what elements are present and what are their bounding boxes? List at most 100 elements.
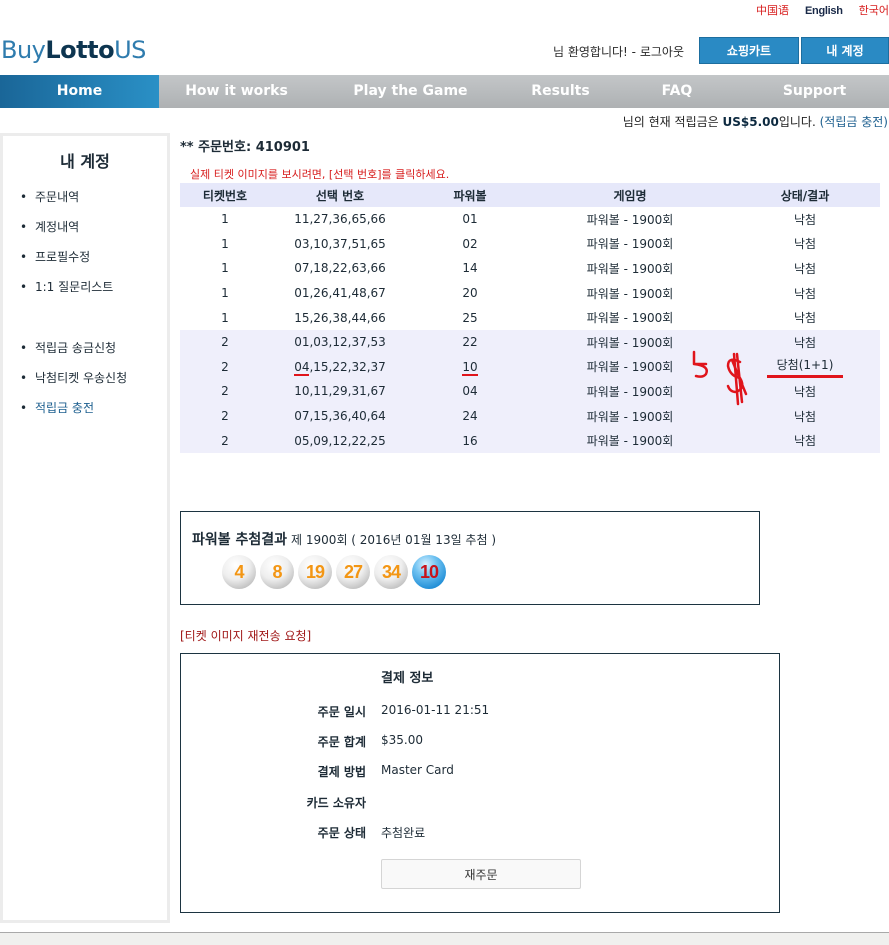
nav-support[interactable]: Support	[740, 75, 889, 108]
white-ball: 34	[374, 555, 408, 589]
table-row: 2 05,09,12,22,25 16 파워볼 - 1900회 낙첨	[180, 428, 880, 453]
draw-result-heading: 파워볼 추첨결과	[192, 532, 288, 548]
my-account-button[interactable]: 내 계정	[801, 37, 889, 64]
welcome-logout[interactable]: 님 환영합니다! - 로그아웃	[553, 43, 684, 60]
picked-numbers[interactable]: 01,03,12,37,53	[270, 329, 410, 355]
lang-english[interactable]: English	[797, 3, 851, 19]
table-row: 2 10,11,29,31,67 04 파워볼 - 1900회 낙첨	[180, 379, 880, 404]
payment-info-box: 결제 정보 주문 일시 2016-01-11 21:51 주문 합계 $35.0…	[180, 653, 780, 913]
game-name: 파워볼 - 1900회	[586, 311, 674, 326]
sidebar-item-label: 계정내역	[35, 220, 80, 234]
sidebar-item-label: 적립금 송금신청	[35, 341, 117, 355]
white-ball: 4	[222, 555, 256, 589]
sidebar-item-label: 낙첨티켓 우송신청	[35, 371, 128, 385]
powerball-ball: 10	[412, 555, 446, 589]
sidebar-item-label: 1:1 질문리스트	[35, 280, 114, 294]
ticket-no: 1	[221, 310, 229, 325]
matched-number-highlight: 04	[294, 359, 310, 376]
ticket-no: 1	[221, 212, 229, 227]
game-name: 파워볼 - 1900회	[586, 237, 674, 252]
powerball-number: 24	[410, 403, 530, 429]
picked-numbers[interactable]: 10,11,29,31,67	[270, 379, 410, 404]
status: 낙첨	[793, 237, 817, 252]
payment-label: 주문 합계	[317, 735, 366, 749]
resend-ticket-image-link[interactable]: [티켓 이미지 재전송 요청]	[180, 627, 311, 644]
logo-us: US	[114, 36, 146, 64]
game-name: 파워볼 - 1900회	[586, 261, 674, 276]
footer	[0, 932, 889, 945]
status: 낙첨	[793, 286, 817, 301]
payment-value: Master Card	[381, 763, 454, 777]
white-ball: 8	[260, 555, 294, 589]
lang-chinese[interactable]: 中国语	[748, 3, 797, 19]
lang-korean[interactable]: 한국어	[851, 3, 889, 19]
logo-lotto: Lotto	[45, 36, 115, 64]
ticket-no: 2	[180, 354, 270, 380]
sidebar-item-label: 적립금 충전	[35, 401, 95, 415]
sidebar-item-charge[interactable]: 적립금 충전	[3, 393, 167, 423]
nav-home[interactable]: Home	[0, 75, 159, 108]
sidebar-item-qna-list[interactable]: 1:1 질문리스트	[3, 272, 167, 302]
picked-numbers[interactable]: 07,15,36,40,64	[270, 403, 410, 429]
header-ticket-no: 티켓번호	[180, 183, 270, 207]
picked-numbers[interactable]: 07,18,22,63,66	[270, 256, 410, 281]
nav-play-the-game[interactable]: Play the Game	[314, 75, 507, 108]
payment-label: 주문 상태	[317, 826, 366, 840]
picked-numbers-rest: ,15,22,32,37	[309, 359, 386, 374]
charge-link[interactable]: (적립금 충전)	[820, 115, 888, 129]
payment-label: 결제 방법	[317, 765, 366, 779]
status: 낙첨	[730, 428, 880, 453]
draw-result-box: 파워볼 추첨결과 제 1900회 ( 2016년 01월 13일 추첨 ) 4 8…	[180, 511, 760, 605]
white-ball: 27	[336, 555, 370, 589]
ticket-no: 2	[180, 329, 270, 355]
header-numbers: 선택 번호	[270, 183, 410, 207]
powerball-number: 01	[462, 212, 478, 227]
sidebar-item-edit-profile[interactable]: 프로필수정	[3, 242, 167, 272]
sidebar-item-account-history[interactable]: 계정내역	[3, 212, 167, 242]
language-selector: 中国语 English 한국어	[748, 3, 889, 19]
ticket-no: 1	[221, 261, 229, 276]
powerball-number: 10	[410, 354, 530, 380]
picked-numbers[interactable]: 04,15,22,32,37	[270, 354, 410, 380]
balance-suffix: 입니다.	[778, 115, 816, 129]
nav-faq[interactable]: FAQ	[614, 75, 740, 108]
picked-numbers[interactable]: 11,27,36,65,66	[270, 207, 410, 232]
picked-numbers[interactable]: 01,26,41,48,67	[270, 281, 410, 306]
table-row: 2 01,03,12,37,53 22 파워볼 - 1900회 낙첨	[180, 329, 880, 355]
balance-amount: US$5.00	[722, 115, 779, 129]
ticket-no: 2	[180, 379, 270, 404]
white-ball: 19	[298, 555, 332, 589]
sidebar-item-withdraw-request[interactable]: 적립금 송금신청	[3, 333, 167, 363]
ticket-no: 2	[180, 428, 270, 453]
picked-numbers[interactable]: 15,26,38,44,66	[270, 305, 410, 330]
payment-value: $35.00	[381, 733, 423, 747]
shopping-cart-button[interactable]: 쇼핑카트	[699, 37, 799, 64]
picked-numbers[interactable]: 05,09,12,22,25	[270, 428, 410, 453]
game-name: 파워볼 - 1900회	[530, 428, 730, 453]
powerball-number: 22	[410, 329, 530, 355]
table-row: 2 07,15,36,40,64 24 파워볼 - 1900회 낙첨	[180, 403, 880, 429]
order-number-label: ** 주문번호:	[180, 140, 256, 155]
site-logo[interactable]: BuyLottoUS	[1, 36, 146, 64]
nav-results[interactable]: Results	[507, 75, 614, 108]
draw-result-title: 파워볼 추첨결과 제 1900회 ( 2016년 01월 13일 추첨 )	[192, 529, 496, 549]
sidebar-item-order-history[interactable]: 주문내역	[3, 182, 167, 212]
powerball-number: 04	[410, 379, 530, 404]
winning-balls: 4 8 19 27 34 10	[222, 555, 446, 589]
winning-status-highlight: 당첨(1+1)	[766, 356, 844, 378]
table-row: 1 01,26,41,48,67 20 파워볼 - 1900회 낙첨	[180, 281, 880, 306]
header-powerball: 파워볼	[410, 183, 530, 207]
balance-info: 님의 현재 적립금은 US$5.00입니다. (적립금 충전)	[623, 113, 888, 130]
sidebar-item-label: 프로필수정	[35, 250, 91, 264]
table-row-winning: 2 04,15,22,32,37 10 파워볼 - 1900회 당첨(1+1)	[180, 354, 880, 380]
main-nav: Home How it works Play the Game Results …	[0, 75, 889, 108]
payment-label: 주문 일시	[317, 705, 366, 719]
table-header-row: 티켓번호 선택 번호 파워볼 게임명 상태/결과	[180, 183, 880, 207]
payment-info-title: 결제 정보	[381, 671, 434, 686]
reorder-button[interactable]: 재주문	[381, 859, 581, 889]
sidebar-item-ticket-mail-request[interactable]: 낙첨티켓 우송신청	[3, 363, 167, 393]
ticket-no: 1	[221, 286, 229, 301]
picked-numbers[interactable]: 03,10,37,51,65	[270, 232, 410, 257]
nav-how-it-works[interactable]: How it works	[159, 75, 314, 108]
sidebar-item-label: 주문내역	[35, 190, 80, 204]
